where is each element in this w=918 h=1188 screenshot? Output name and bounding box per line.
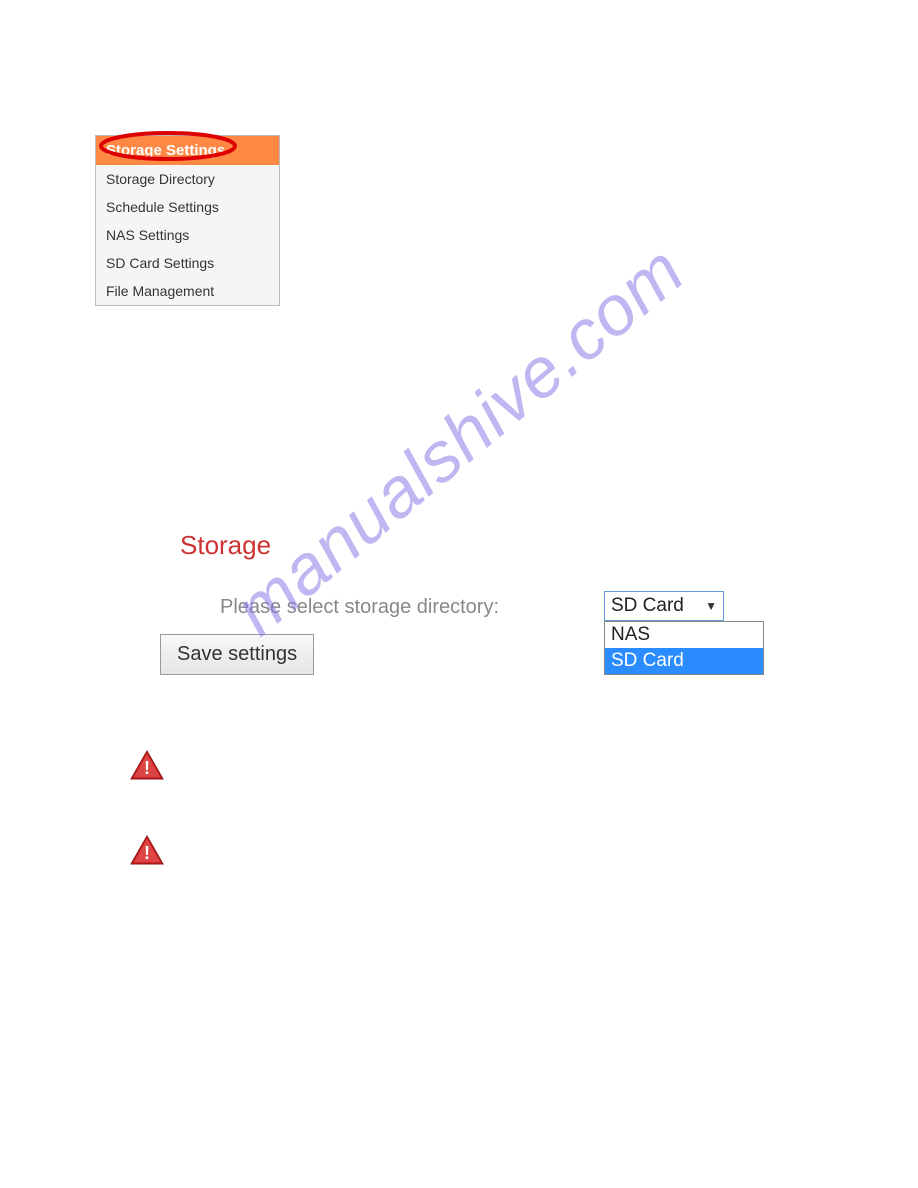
- select-directory-label: Please select storage directory:: [220, 596, 499, 619]
- select-current-value: SD Card: [611, 595, 684, 617]
- sidebar-item-nas-settings[interactable]: NAS Settings: [96, 221, 279, 249]
- storage-section: Storage Please select storage directory:…: [180, 530, 499, 675]
- directory-dropdown: NAS SD Card: [604, 621, 764, 675]
- directory-select-area: SD Card ▼ NAS SD Card: [604, 591, 764, 675]
- sidebar-item-file-management[interactable]: File Management: [96, 277, 279, 305]
- warning-icon: !: [130, 750, 164, 785]
- sidebar-header: Storage Settings: [96, 136, 279, 165]
- dropdown-option-sd-card[interactable]: SD Card: [605, 648, 763, 674]
- storage-title: Storage: [180, 530, 499, 561]
- warning-icon: !: [130, 835, 164, 870]
- dropdown-option-nas[interactable]: NAS: [605, 622, 763, 648]
- sidebar-item-schedule-settings[interactable]: Schedule Settings: [96, 193, 279, 221]
- chevron-down-icon: ▼: [705, 599, 717, 613]
- storage-settings-sidebar: Storage Settings Storage Directory Sched…: [95, 135, 280, 306]
- directory-select[interactable]: SD Card ▼: [604, 591, 724, 621]
- save-settings-button[interactable]: Save settings: [160, 634, 314, 675]
- sidebar-item-sd-card-settings[interactable]: SD Card Settings: [96, 249, 279, 277]
- sidebar-header-label: Storage Settings: [106, 142, 225, 159]
- svg-text:!: !: [144, 758, 150, 778]
- svg-text:!: !: [144, 843, 150, 863]
- sidebar-item-storage-directory[interactable]: Storage Directory: [96, 165, 279, 193]
